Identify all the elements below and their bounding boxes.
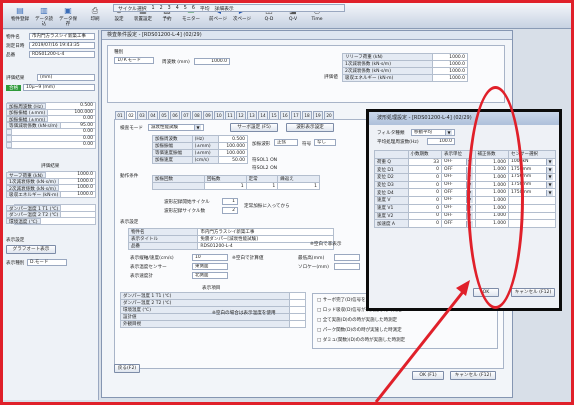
annotation-arrow: [374, 280, 470, 403]
arrow-shaft: [374, 287, 468, 403]
